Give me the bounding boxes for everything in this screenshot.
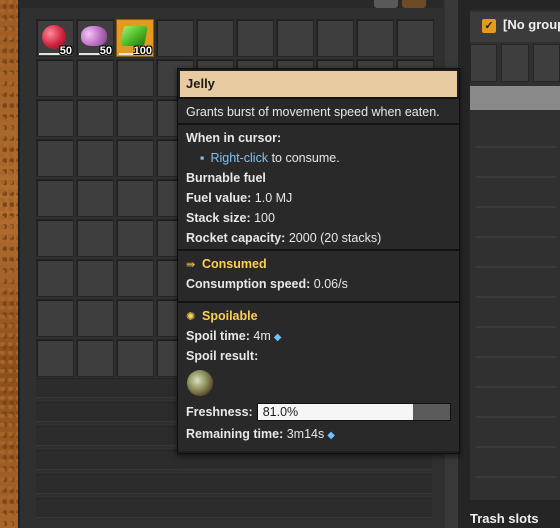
stack-size-row: Stack size: 100 [178,208,459,228]
freshness-label: Freshness: [186,405,253,419]
inventory-slot[interactable] [76,259,114,297]
group-title: [No group [503,17,560,32]
spoil-time: 4m [253,329,271,343]
cursor-header: When in cursor: [186,131,282,145]
inventory-slot[interactable] [36,259,74,297]
freshness-value: 81.0% [262,405,299,419]
bullet-icon: ▪ [200,151,205,165]
spoil-time-row: Spoil time: 4m ◆ [178,326,459,346]
inventory-slot[interactable] [36,179,74,217]
tooltip-description: Grants burst of movement speed when eate… [186,105,440,119]
spoil-gear-icon: ✺ [186,311,196,323]
info-diamond-icon: ◆ [273,332,282,343]
inventory-slot[interactable] [76,219,114,257]
consumption-label: Consumption speed: [186,277,311,291]
filter-row [36,474,432,494]
filter-row [36,498,432,518]
spoil-time-label: Spoil time: [186,329,250,343]
inventory-slot[interactable] [36,59,74,97]
item-count: 100 [133,45,152,57]
tool-button-orange[interactable] [402,0,426,8]
fuel-value-row: Fuel value: 1.0 MJ [178,188,459,208]
stack-size: 100 [254,211,275,225]
inventory-slot[interactable] [76,179,114,217]
rocket-capacity: 2000 (20 stacks) [288,231,382,245]
tool-button[interactable] [374,0,398,8]
consumed-header: Consumed [202,257,267,271]
rocket-capacity-label: Rocket capacity: [186,231,286,245]
inventory-slot[interactable] [76,139,114,177]
spoilable-header: Spoilable [202,309,258,323]
inventory-slot[interactable] [116,299,154,337]
inventory-slot[interactable] [116,339,154,377]
inventory-toolbar [18,0,443,8]
inventory-slot[interactable] [116,99,154,137]
inventory-slot[interactable] [36,139,74,177]
remaining-time-label: Remaining time: [186,427,284,441]
freshness-row: Freshness: 81.0% [178,400,459,424]
remaining-time: 3m14s [286,427,325,441]
logistics-slot[interactable] [470,44,498,82]
item-count: 50 [59,45,72,57]
stack-size-label: Stack size: [186,211,251,225]
cursor-action: ▪ Right-click to consume. [178,148,459,168]
brain-coral-icon [81,26,107,46]
info-diamond-icon: ◆ [327,430,335,441]
inventory-slot[interactable] [396,19,434,57]
consumed-header-row: ⇛ Consumed [178,254,459,274]
inventory-slot[interactable] [36,299,74,337]
tooltip-title: Jelly [180,71,457,97]
inventory-slot[interactable] [76,59,114,97]
inventory-slot[interactable] [196,19,234,57]
spoil-result-label: Spoil result: [186,349,259,363]
trash-slots-label: Trash slots [470,511,539,526]
inventory-slot[interactable] [36,219,74,257]
consumption-row: Consumption speed: 0.06/s [178,274,459,294]
tooltip-properties-section: When in cursor: ▪ Right-click to consume.… [178,123,459,249]
consumption-value: 0.06/s [313,277,348,291]
inventory-slot[interactable] [316,19,354,57]
inventory-slot[interactable] [36,99,74,137]
logistics-slot[interactable] [501,44,529,82]
logistics-slot-row [470,44,560,84]
cursor-action-key: Right-click [210,151,269,165]
jelly-icon [120,26,148,46]
fuel-value: 1.0 MJ [254,191,293,205]
ground-terrain [0,0,18,528]
inventory-slot[interactable] [116,259,154,297]
item-category: Burnable fuel [186,171,266,185]
tooltip-spoilable-section: ✺ Spoilable Spoil time: 4m ◆ Spoil result:… [178,301,459,451]
spoilable-header-row: ✺ Spoilable [178,306,459,326]
inventory-slot[interactable] [76,99,114,137]
inventory-slot[interactable] [116,59,154,97]
logistics-bar[interactable] [470,86,560,110]
freshness-bar: 81.0% [256,403,451,421]
inventory-slot-selected[interactable]: 100 [116,19,154,57]
tooltip-consumed-section: ⇛ Consumed Consumption speed: 0.06/s [178,249,459,301]
inventory-slot[interactable] [276,19,314,57]
inventory-slot[interactable]: 50 [76,19,114,57]
logistics-slot[interactable] [532,44,560,82]
item-tooltip: Jelly Grants burst of movement speed whe… [177,68,460,454]
inventory-slot[interactable] [76,299,114,337]
remaining-time-row: Remaining time: 3m14s ◆ [178,424,459,444]
inventory-slot[interactable] [356,19,394,57]
cursor-action-text: to consume. [271,151,340,165]
rocket-capacity-row: Rocket capacity: 2000 (20 stacks) [178,228,459,248]
consumed-arrow-icon: ⇛ [186,259,196,271]
inventory-slot[interactable] [76,339,114,377]
logistics-list [476,118,556,498]
inventory-slot[interactable] [116,139,154,177]
spoilage-icon [187,370,213,396]
inventory-slot[interactable] [156,19,194,57]
inventory-slot[interactable] [116,179,154,217]
fuel-value-label: Fuel value: [186,191,252,205]
tooltip-description-section: Grants burst of movement speed when eate… [178,97,459,123]
inventory-slot[interactable] [36,339,74,377]
item-count: 50 [99,45,112,57]
inventory-slot[interactable]: 50 [36,19,74,57]
inventory-slot[interactable] [236,19,274,57]
group-checkbox[interactable]: ✓ [482,19,496,33]
inventory-slot[interactable] [116,219,154,257]
